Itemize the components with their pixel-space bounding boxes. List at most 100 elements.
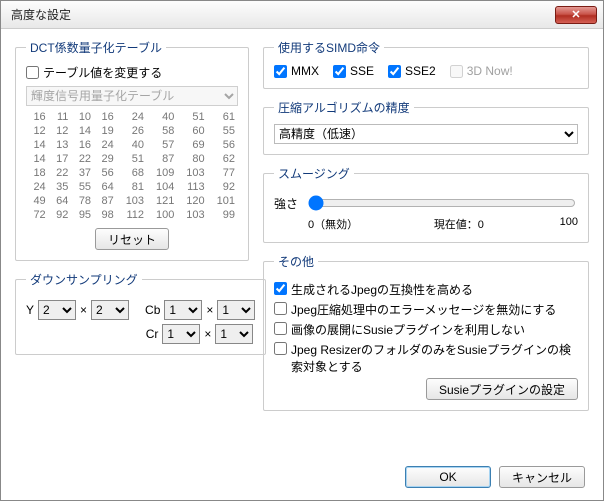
simd-sse2[interactable]: SSE2 xyxy=(388,64,436,78)
qtable-cell: 35 xyxy=(49,180,72,194)
ds-cr-v[interactable]: 1 xyxy=(215,324,253,344)
ds-cr-h[interactable]: 1 xyxy=(162,324,200,344)
qtable-cell: 51 xyxy=(117,152,147,166)
qtable-cell: 10 xyxy=(71,110,94,124)
qtable-cell: 37 xyxy=(71,166,94,180)
close-button[interactable]: ✕ xyxy=(555,6,597,24)
qtable-cell: 55 xyxy=(71,180,94,194)
ds-cb-h[interactable]: 1 xyxy=(164,300,202,320)
smoothing-zero: 0（無効） xyxy=(308,216,358,232)
qtable-cell: 24 xyxy=(117,110,147,124)
simd-sse[interactable]: SSE xyxy=(333,64,374,78)
qtable-cell: 26 xyxy=(117,124,147,138)
susie-settings-button[interactable]: Susieプラグインの設定 xyxy=(426,378,578,400)
qtable-cell: 57 xyxy=(147,138,177,152)
qtable-cell: 16 xyxy=(26,110,49,124)
dct-table-select[interactable]: 輝度信号用量子化テーブル xyxy=(26,86,238,106)
compress-select[interactable]: 高精度（低速） xyxy=(274,124,578,144)
qtable-cell: 14 xyxy=(26,138,49,152)
dct-reset-button[interactable]: リセット xyxy=(95,228,169,250)
qtable-cell: 80 xyxy=(177,152,207,166)
smoothing-group: スムージング 強さ 0（無効） 現在値：0 100 xyxy=(263,165,589,243)
downsample-group: ダウンサンプリング Y 2 × 2 Cb 1 × 1 xyxy=(15,271,266,355)
qtable-cell: 14 xyxy=(26,152,49,166)
qtable-cell: 13 xyxy=(49,138,72,152)
ds-y-h[interactable]: 2 xyxy=(38,300,76,320)
qtable-cell: 55 xyxy=(208,124,238,138)
qtable-cell: 49 xyxy=(26,194,49,208)
smoothing-max: 100 xyxy=(560,216,578,232)
qtable-cell: 40 xyxy=(147,110,177,124)
qtable-cell: 64 xyxy=(49,194,72,208)
cancel-button[interactable]: キャンセル xyxy=(499,466,585,488)
qtable-cell: 112 xyxy=(117,208,147,222)
smoothing-current: 現在値：0 xyxy=(434,216,484,232)
qtable-cell: 101 xyxy=(208,194,238,208)
dct-modify-checkbox[interactable]: テーブル値を変更する xyxy=(26,64,162,81)
simd-group: 使用するSIMD命令 MMX SSE SSE2 xyxy=(263,39,589,89)
qtable-cell: 22 xyxy=(71,152,94,166)
qtable-cell: 78 xyxy=(71,194,94,208)
dialog-footer: OK キャンセル xyxy=(405,466,585,488)
qtable-cell: 62 xyxy=(208,152,238,166)
qtable-cell: 92 xyxy=(208,180,238,194)
dct-legend: DCT係数量子化テーブル xyxy=(26,39,166,56)
dct-group: DCT係数量子化テーブル テーブル値を変更する 輝度信号用量子化テーブル 161… xyxy=(15,39,249,261)
qtable-cell: 51 xyxy=(177,110,207,124)
qtable-cell: 19 xyxy=(94,124,117,138)
smoothing-legend: スムージング xyxy=(274,165,354,182)
qtable-cell: 61 xyxy=(208,110,238,124)
other-opt1[interactable]: 生成されるJpegの互換性を高める xyxy=(274,281,578,298)
qtable-cell: 58 xyxy=(147,124,177,138)
qtable-cell: 12 xyxy=(26,124,49,138)
qtable-cell: 24 xyxy=(94,138,117,152)
qtable-cell: 17 xyxy=(49,152,72,166)
qtable-cell: 22 xyxy=(49,166,72,180)
qtable-cell: 60 xyxy=(177,124,207,138)
qtable-cell: 99 xyxy=(208,208,238,222)
other-opt2[interactable]: Jpeg圧縮処理中のエラーメッセージを無効にする xyxy=(274,301,578,318)
other-legend: その他 xyxy=(274,253,318,270)
qtable-cell: 16 xyxy=(71,138,94,152)
qtable-cell: 120 xyxy=(177,194,207,208)
qtable-cell: 98 xyxy=(94,208,117,222)
qtable-cell: 103 xyxy=(117,194,147,208)
qtable-cell: 77 xyxy=(208,166,238,180)
smoothing-strength-label: 強さ xyxy=(274,195,298,212)
close-icon: ✕ xyxy=(571,8,580,21)
qtable-cell: 56 xyxy=(208,138,238,152)
qtable-cell: 87 xyxy=(147,152,177,166)
qtable-cell: 69 xyxy=(177,138,207,152)
ds-cr-label: Cr xyxy=(146,327,159,341)
compress-legend: 圧縮アルゴリズムの精度 xyxy=(274,99,414,116)
qtable-cell: 121 xyxy=(147,194,177,208)
qtable-cell: 24 xyxy=(26,180,49,194)
dct-modify-label: テーブル値を変更する xyxy=(43,64,162,81)
ds-y-v[interactable]: 2 xyxy=(91,300,129,320)
downsample-legend: ダウンサンプリング xyxy=(26,271,142,288)
qtable-cell: 68 xyxy=(117,166,147,180)
ds-cb-label: Cb xyxy=(145,303,160,317)
smoothing-slider[interactable] xyxy=(308,194,576,212)
simd-3dnow: 3D Now! xyxy=(450,64,513,78)
qtable-cell: 87 xyxy=(94,194,117,208)
other-opt3[interactable]: 画像の展開にSusieプラグインを利用しない xyxy=(274,321,578,338)
qtable-cell: 72 xyxy=(26,208,49,222)
window-title: 高度な設定 xyxy=(11,6,555,23)
qtable-cell: 103 xyxy=(177,166,207,180)
simd-mmx[interactable]: MMX xyxy=(274,64,319,78)
qtable-cell: 81 xyxy=(117,180,147,194)
other-opt4[interactable]: Jpeg ResizerのフォルダのみをSusieプラグインの検索対象とする xyxy=(274,341,578,375)
dct-quant-table: 1611101624405161121214192658605514131624… xyxy=(26,110,238,222)
qtable-cell: 12 xyxy=(49,124,72,138)
ok-button[interactable]: OK xyxy=(405,466,491,488)
qtable-cell: 56 xyxy=(94,166,117,180)
ds-cb-v[interactable]: 1 xyxy=(217,300,255,320)
ds-y-label: Y xyxy=(26,303,34,317)
dct-modify-input[interactable] xyxy=(26,66,39,79)
titlebar: 高度な設定 ✕ xyxy=(1,1,603,29)
qtable-cell: 95 xyxy=(71,208,94,222)
qtable-cell: 104 xyxy=(147,180,177,194)
qtable-cell: 113 xyxy=(177,180,207,194)
qtable-cell: 29 xyxy=(94,152,117,166)
